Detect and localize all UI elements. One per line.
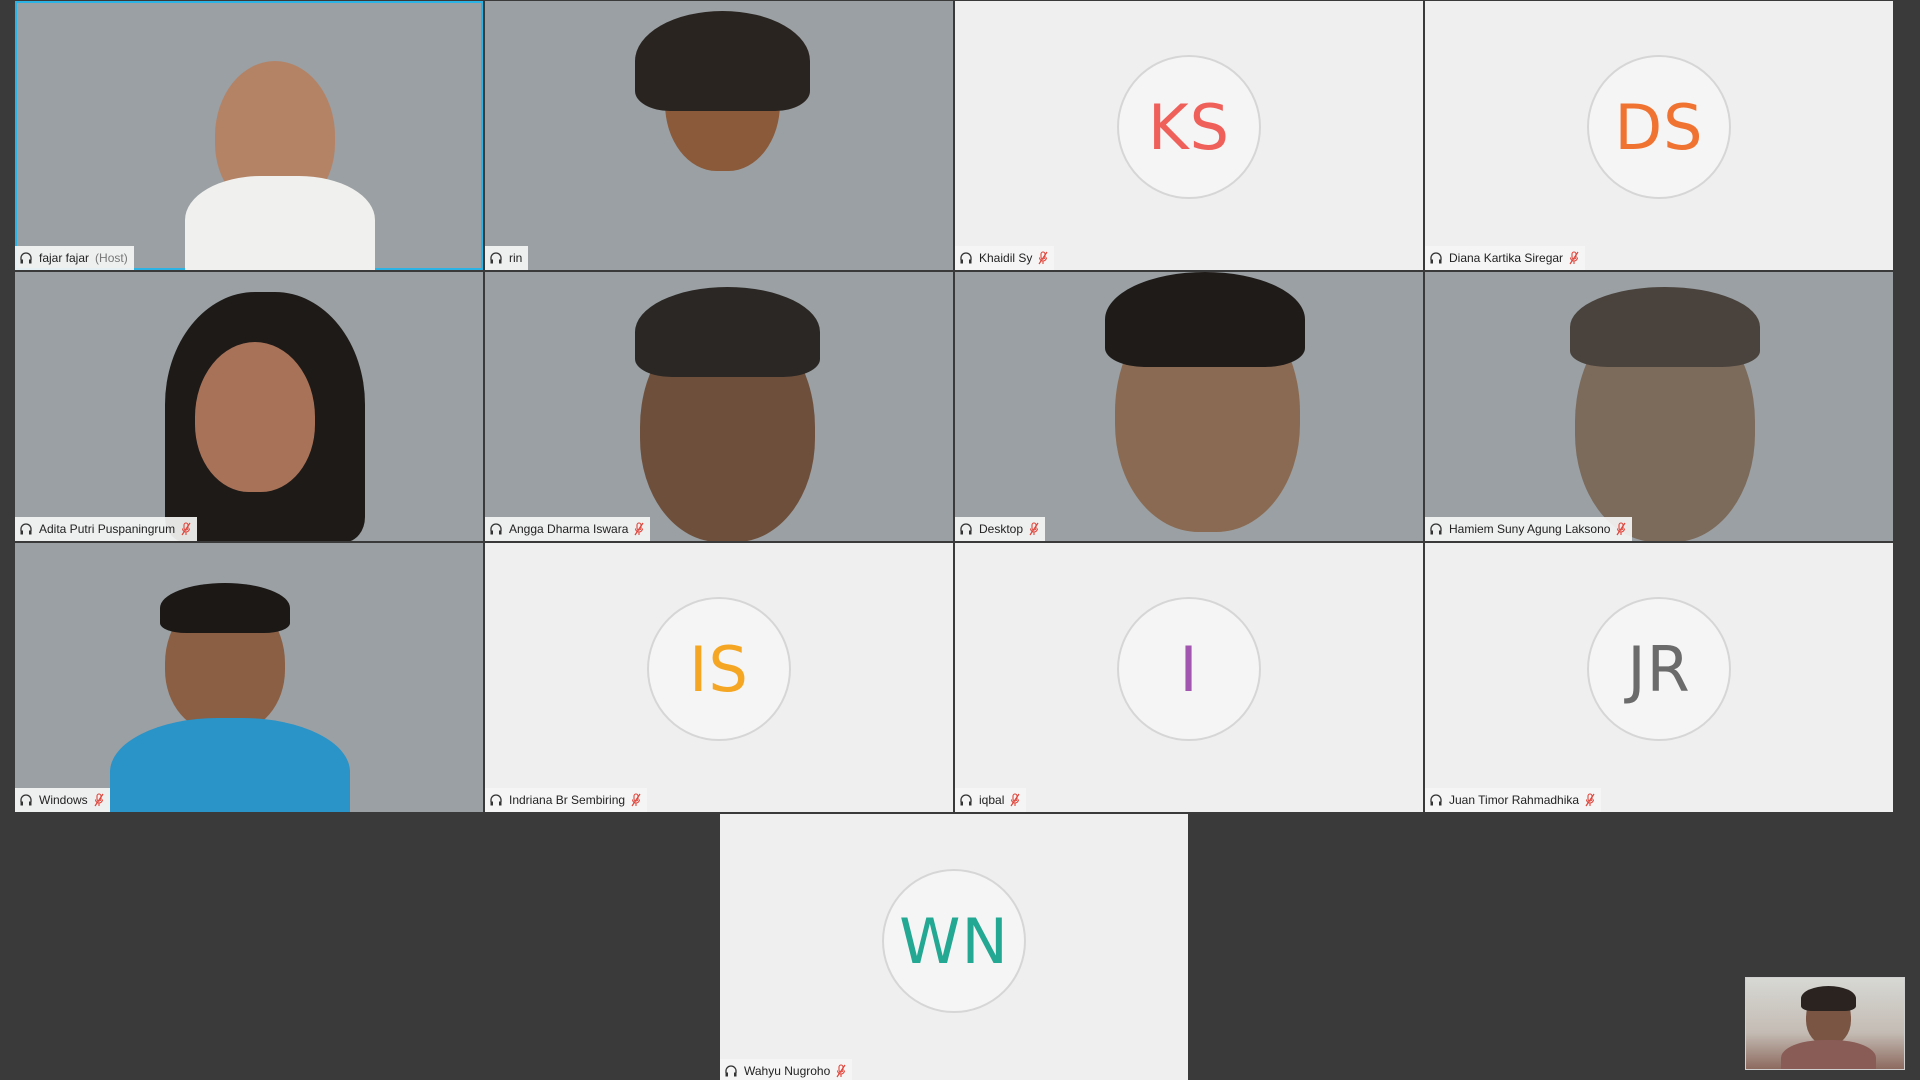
participant-name: Diana Kartika Siregar xyxy=(1449,251,1564,265)
participant-hair xyxy=(635,11,810,111)
avatar: JR xyxy=(1587,597,1731,742)
mic-muted-icon xyxy=(634,522,644,536)
participant-video xyxy=(195,342,315,492)
participant-name: Wahyu Nugroho xyxy=(744,1064,831,1078)
participant-label: Wahyu Nugroho xyxy=(720,1059,853,1080)
mic-muted-icon xyxy=(1038,251,1048,265)
self-body xyxy=(1781,1040,1876,1069)
mic-muted-icon xyxy=(1010,793,1020,807)
headphone-icon xyxy=(20,523,32,535)
participant-label: Angga Dharma Iswara xyxy=(485,517,651,541)
participant-label: Hamiem Suny Agung Laksono xyxy=(1425,517,1633,541)
headphone-icon xyxy=(1430,523,1442,535)
participant-name: rin xyxy=(509,251,523,265)
avatar-tile-wahyu[interactable]: WN Wahyu Nugroho xyxy=(720,814,1188,1080)
headphone-icon xyxy=(960,252,972,264)
mic-muted-icon xyxy=(94,793,104,807)
participant-name: Khaidil Sy xyxy=(979,251,1033,265)
video-tile-angga[interactable]: Angga Dharma Iswara xyxy=(485,272,953,541)
avatar-tile-khaidil[interactable]: KS Khaidil Sy xyxy=(955,1,1423,270)
participant-label: Indriana Br Sembiring xyxy=(485,788,648,812)
participant-hair xyxy=(635,287,820,377)
participant-label: Diana Kartika Siregar xyxy=(1425,246,1586,270)
participant-name: Juan Timor Rahmadhika xyxy=(1449,793,1580,807)
headphone-icon xyxy=(725,1065,737,1077)
participant-name: Angga Dharma Iswara xyxy=(509,522,629,536)
mic-muted-icon xyxy=(181,522,191,536)
headphone-icon xyxy=(20,794,32,806)
avatar: IS xyxy=(647,597,791,742)
avatar-tile-juan[interactable]: JR Juan Timor Rahmadhika xyxy=(1425,543,1893,812)
participant-name: iqbal xyxy=(979,793,1005,807)
headphone-icon xyxy=(960,523,972,535)
mic-muted-icon xyxy=(631,793,641,807)
participant-name: Desktop xyxy=(979,522,1024,536)
video-tile-adita[interactable]: Adita Putri Puspaningrum xyxy=(15,272,483,541)
host-tag: (Host) xyxy=(95,251,128,265)
participant-hair xyxy=(160,583,290,633)
participant-name: Indriana Br Sembiring xyxy=(509,793,626,807)
headphone-icon xyxy=(490,252,502,264)
mic-muted-icon xyxy=(1029,522,1039,536)
avatar: WN xyxy=(882,869,1026,1013)
participant-name: Adita Putri Puspaningrum xyxy=(39,522,176,536)
participant-video-body xyxy=(185,176,375,270)
participant-label: iqbal xyxy=(955,788,1027,812)
participant-label: Khaidil Sy xyxy=(955,246,1055,270)
avatar: KS xyxy=(1117,55,1261,200)
headphone-icon xyxy=(960,794,972,806)
headphone-icon xyxy=(20,252,32,264)
self-hair xyxy=(1801,986,1856,1011)
avatar-tile-diana[interactable]: DS Diana Kartika Siregar xyxy=(1425,1,1893,270)
participant-label: Adita Putri Puspaningrum xyxy=(15,517,198,541)
participant-hair xyxy=(1570,287,1760,367)
participant-label: fajar fajar (Host) xyxy=(15,246,134,270)
headphone-icon xyxy=(1430,794,1442,806)
participant-name: Hamiem Suny Agung Laksono xyxy=(1449,522,1611,536)
participant-label: rin xyxy=(485,246,529,270)
video-tile-fajar[interactable]: fajar fajar (Host) xyxy=(15,1,483,270)
headphone-icon xyxy=(490,794,502,806)
mic-muted-icon xyxy=(836,1064,846,1078)
mic-muted-icon xyxy=(1569,251,1579,265)
avatar: I xyxy=(1117,597,1261,742)
video-tile-hamiem[interactable]: Hamiem Suny Agung Laksono xyxy=(1425,272,1893,541)
mic-muted-icon xyxy=(1585,793,1595,807)
avatar: DS xyxy=(1587,55,1731,200)
participant-shirt xyxy=(110,718,350,812)
participant-name: Windows xyxy=(39,793,88,807)
participant-label: Windows xyxy=(15,788,110,812)
self-view-thumbnail[interactable] xyxy=(1745,977,1905,1070)
participant-label: Desktop xyxy=(955,517,1046,541)
mic-muted-icon xyxy=(1616,522,1626,536)
avatar-tile-iqbal[interactable]: I iqbal xyxy=(955,543,1423,812)
headphone-icon xyxy=(490,523,502,535)
video-tile-windows[interactable]: Windows xyxy=(15,543,483,812)
video-tile-desktop[interactable]: Desktop xyxy=(955,272,1423,541)
avatar-tile-indriana[interactable]: IS Indriana Br Sembiring xyxy=(485,543,953,812)
headphone-icon xyxy=(1430,252,1442,264)
participant-label: Juan Timor Rahmadhika xyxy=(1425,788,1602,812)
participant-hair xyxy=(1105,272,1305,367)
video-tile-rin[interactable]: rin xyxy=(485,1,953,270)
participant-name: fajar fajar xyxy=(39,251,90,265)
